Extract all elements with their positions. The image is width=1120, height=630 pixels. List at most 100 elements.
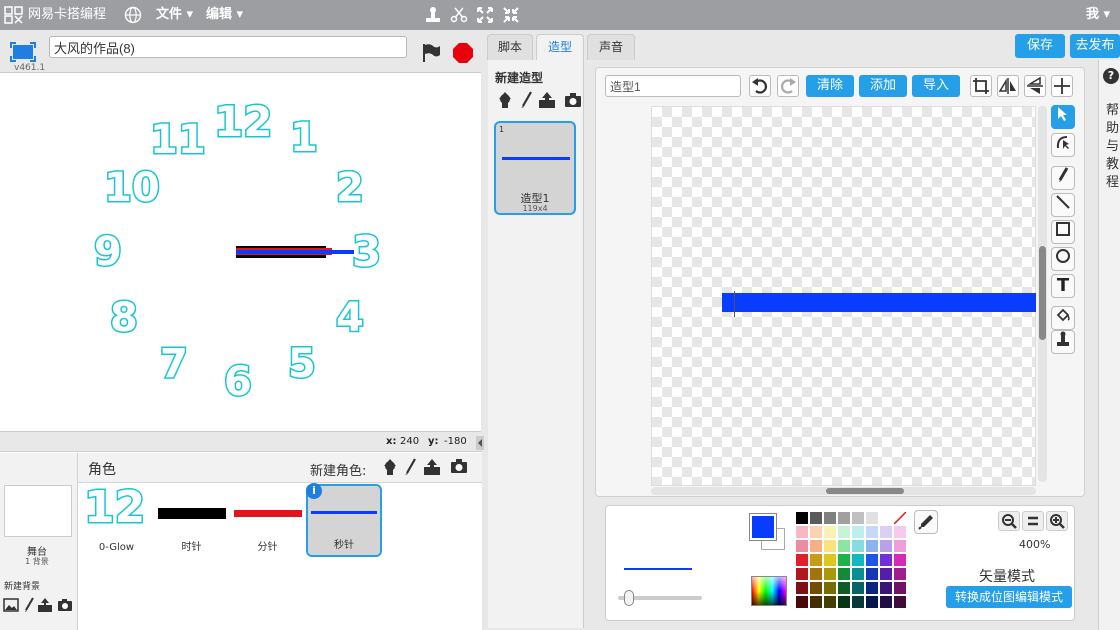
palette-swatch[interactable] <box>880 526 892 538</box>
convert-to-bitmap-button[interactable]: 转换成位图编辑模式 <box>946 586 1072 608</box>
clock-hands[interactable] <box>230 241 360 263</box>
palette-swatch[interactable] <box>866 568 878 580</box>
palette-swatch[interactable] <box>796 512 808 524</box>
crop-icon[interactable] <box>970 75 992 97</box>
sprite-upload-icon[interactable] <box>423 458 441 479</box>
eyedropper-icon[interactable] <box>914 510 938 534</box>
flip-horizontal-icon[interactable] <box>997 75 1019 97</box>
palette-swatch[interactable] <box>810 554 822 566</box>
costume-shape-bar[interactable] <box>722 293 1036 312</box>
palette-swatch[interactable] <box>852 526 864 538</box>
palette-swatch[interactable] <box>880 554 892 566</box>
add-button[interactable]: 添加 <box>859 75 907 97</box>
stroke-width-slider[interactable] <box>618 590 702 606</box>
palette-swatch[interactable] <box>894 582 906 594</box>
sprite-card-glow[interactable]: 12 0-Glow <box>80 481 153 557</box>
costume-upload-icon[interactable] <box>538 91 556 112</box>
grow-icon[interactable] <box>476 6 494 24</box>
text-tool-icon[interactable]: T <box>1051 274 1075 298</box>
palette-swatch[interactable] <box>894 526 906 538</box>
duplicate-stamp-icon[interactable] <box>424 6 442 24</box>
palette-swatch[interactable] <box>894 568 906 580</box>
stage-canvas[interactable]: 12 1 2 3 4 5 6 7 8 9 10 11 <box>0 72 481 432</box>
kada-logo-icon[interactable] <box>4 6 24 24</box>
palette-swatch[interactable] <box>810 526 822 538</box>
ellipse-tool-icon[interactable] <box>1051 247 1075 271</box>
palette-swatch[interactable] <box>810 512 822 524</box>
sprite-paint-icon[interactable] <box>403 458 417 479</box>
edit-menu[interactable]: 编辑 ▾ <box>206 0 243 30</box>
palette-swatch[interactable] <box>880 540 892 552</box>
rotation-center-marker[interactable] <box>734 291 735 317</box>
palette-swatch[interactable] <box>880 568 892 580</box>
palette-swatch[interactable] <box>880 582 892 594</box>
palette-swatch[interactable] <box>866 526 878 538</box>
palette-swatch[interactable] <box>824 596 836 608</box>
pencil-tool-icon[interactable] <box>1051 166 1075 190</box>
paint-canvas[interactable] <box>651 106 1036 486</box>
palette-swatch[interactable] <box>852 554 864 566</box>
palette-swatch[interactable] <box>838 512 850 524</box>
set-center-icon[interactable] <box>1051 75 1073 97</box>
fill-bucket-tool-icon[interactable] <box>1051 306 1075 330</box>
palette-swatch[interactable] <box>796 568 808 580</box>
line-tool-icon[interactable] <box>1051 193 1075 217</box>
site-name[interactable]: 网易卡搭编程 <box>28 0 106 30</box>
tab-scripts[interactable]: 脚本 <box>487 34 533 60</box>
palette-swatch[interactable] <box>852 512 864 524</box>
palette-swatch[interactable] <box>796 540 808 552</box>
palette-swatch[interactable] <box>866 596 878 608</box>
save-button[interactable]: 保存 <box>1015 34 1065 58</box>
palette-swatch[interactable] <box>810 582 822 594</box>
palette-swatch[interactable] <box>852 568 864 580</box>
sprite-camera-icon[interactable] <box>450 458 468 477</box>
palette-swatch[interactable] <box>866 512 878 524</box>
palette-swatch[interactable] <box>810 596 822 608</box>
rectangle-tool-icon[interactable] <box>1051 220 1075 244</box>
green-flag-icon[interactable] <box>420 42 442 67</box>
backdrop-library-icon[interactable] <box>3 598 19 615</box>
stamp-tool-icon[interactable] <box>1051 330 1075 354</box>
redo-icon[interactable] <box>777 75 799 97</box>
costume-paint-icon[interactable] <box>519 91 533 112</box>
import-button[interactable]: 导入 <box>912 75 960 97</box>
sprite-card-minute-hand[interactable]: 分针 <box>231 484 304 557</box>
palette-swatch[interactable] <box>893 511 907 525</box>
palette-swatch[interactable] <box>810 540 822 552</box>
palette-swatch[interactable] <box>852 582 864 594</box>
help-tutorials-label[interactable]: 帮助与教程 <box>1106 102 1120 192</box>
palette-swatch[interactable] <box>880 596 892 608</box>
tab-costumes[interactable]: 造型 <box>536 34 584 60</box>
costume-camera-icon[interactable] <box>564 92 582 111</box>
sprite-card-hour-hand[interactable]: 时针 <box>155 484 228 557</box>
zoom-reset-icon[interactable] <box>1022 511 1044 531</box>
collapse-arrow-icon[interactable] <box>476 436 484 450</box>
palette-swatch[interactable] <box>824 554 836 566</box>
backdrop-camera-icon[interactable] <box>57 598 73 615</box>
help-sidebar[interactable]: ? 帮助与教程 <box>1098 60 1120 630</box>
palette-swatch[interactable] <box>824 540 836 552</box>
palette-swatch[interactable] <box>894 540 906 552</box>
zoom-out-icon[interactable] <box>998 511 1020 531</box>
zoom-in-icon[interactable] <box>1046 511 1068 531</box>
user-menu[interactable]: 我 ▾ <box>1086 0 1110 30</box>
stop-sign-icon[interactable] <box>452 42 474 67</box>
palette-swatch[interactable] <box>866 540 878 552</box>
cut-scissors-icon[interactable] <box>450 6 468 24</box>
stage-thumbnail[interactable] <box>4 485 72 537</box>
palette-swatch[interactable] <box>824 526 836 538</box>
palette-swatch[interactable] <box>838 554 850 566</box>
stage-size-toggle-icon[interactable] <box>10 42 36 62</box>
palette-swatch[interactable] <box>824 582 836 594</box>
color-palette[interactable] <box>796 511 908 616</box>
palette-swatch[interactable] <box>852 596 864 608</box>
palette-swatch[interactable] <box>838 526 850 538</box>
costume-card-selected[interactable]: 1 造型1 119x4 <box>494 121 576 215</box>
palette-swatch[interactable] <box>866 582 878 594</box>
palette-swatch[interactable] <box>852 540 864 552</box>
palette-swatch[interactable] <box>894 554 906 566</box>
publish-button[interactable]: 去发布 <box>1070 34 1120 58</box>
reshape-tool-icon[interactable] <box>1051 133 1075 157</box>
help-icon[interactable]: ? <box>1103 68 1119 84</box>
backdrop-paint-icon[interactable] <box>23 597 35 616</box>
